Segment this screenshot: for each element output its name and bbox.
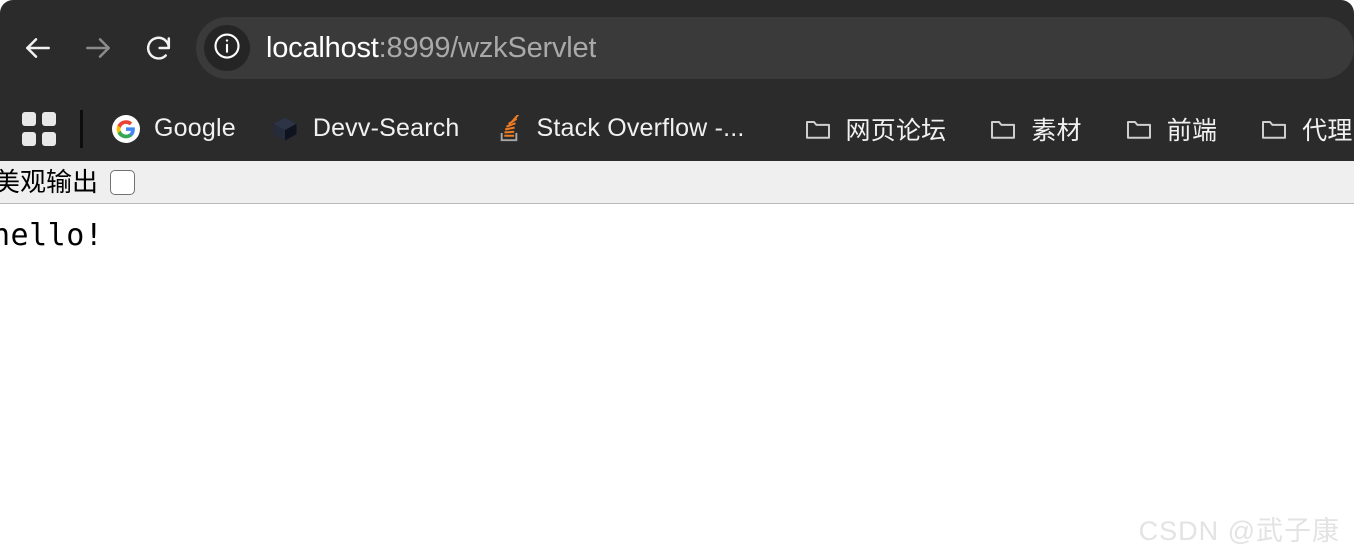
pretty-print-checkbox[interactable]: [110, 169, 136, 195]
url-path: :8999/wzkServlet: [378, 31, 597, 64]
bookmark-folder-sucai[interactable]: 素材: [982, 105, 1087, 153]
browser-window: localhost:8999/wzkServlet Google Devv-Se…: [0, 0, 1354, 558]
bookmark-label: Stack Overflow -...: [536, 114, 745, 142]
bookmark-folder-daili[interactable]: 代理: [1253, 105, 1354, 153]
arrow-right-icon: [82, 32, 114, 64]
bookmark-stack-overflow[interactable]: Stack Overflow -...: [488, 105, 751, 153]
bookmarks-divider: [80, 109, 83, 148]
folder-icon: [1124, 114, 1154, 144]
devv-cube-icon: [270, 114, 300, 144]
browser-toolbar: localhost:8999/wzkServlet: [0, 0, 1354, 96]
arrow-left-icon: [22, 32, 54, 64]
bookmark-folder-qianduan[interactable]: 前端: [1118, 105, 1223, 153]
site-info-button[interactable]: [204, 25, 250, 71]
google-favicon: [111, 114, 141, 144]
bookmark-label: 素材: [1031, 116, 1082, 145]
pretty-print-bar: 美观输出: [0, 161, 1354, 204]
response-text: hello!: [0, 218, 104, 253]
bookmark-google[interactable]: Google: [105, 105, 242, 153]
bookmark-label: 网页论坛: [845, 116, 947, 145]
bookmarks-bar: Google Devv-Search Stack Overflow -... 网…: [0, 96, 1354, 161]
page-content: hello! CSDN @武子康: [0, 204, 1354, 558]
page-viewport: 美观输出 hello! CSDN @武子康: [0, 161, 1354, 558]
csdn-watermark: CSDN @武子康: [1138, 516, 1340, 546]
url-text: localhost:8999/wzkServlet: [266, 32, 596, 65]
back-button[interactable]: [14, 24, 62, 72]
forward-button[interactable]: [74, 24, 122, 72]
apps-grid-icon[interactable]: [22, 111, 56, 146]
bookmark-label: Devv-Search: [312, 114, 460, 142]
url-host: localhost: [266, 31, 379, 64]
bookmark-label: 前端: [1166, 116, 1218, 145]
bookmark-label: 代理: [1302, 116, 1353, 145]
folder-icon: [803, 114, 833, 144]
address-bar[interactable]: localhost:8999/wzkServlet: [196, 17, 1354, 79]
bookmark-devv-search[interactable]: Devv-Search: [264, 105, 466, 153]
stack-overflow-icon: [494, 114, 524, 144]
bookmark-folder-wangye-luntan[interactable]: 网页论坛: [797, 105, 953, 153]
info-circle-icon: [212, 31, 242, 66]
pretty-print-label: 美观输出: [0, 167, 99, 197]
reload-icon: [143, 33, 174, 64]
folder-icon: [988, 114, 1018, 144]
reload-button[interactable]: [134, 24, 182, 72]
bookmark-label: Google: [154, 114, 236, 142]
folder-icon: [1259, 114, 1289, 144]
browser-chrome: localhost:8999/wzkServlet Google Devv-Se…: [0, 0, 1354, 161]
